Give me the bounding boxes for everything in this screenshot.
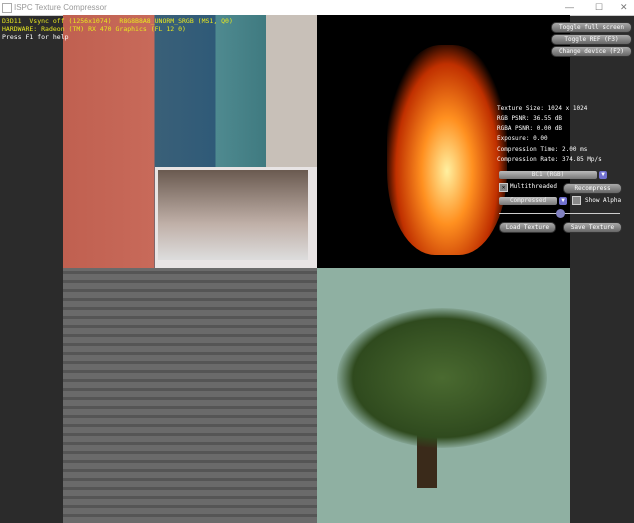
rgb-psnr: RGB PSNR: 36.55 dB xyxy=(497,115,563,122)
window-title: ISPC Texture Compressor xyxy=(14,3,107,12)
hardware-info: HARDWARE: Radeon (TM) RX 470 Graphics (F… xyxy=(2,25,186,33)
view-dropdown[interactable]: Compressed xyxy=(499,197,557,205)
change-device-button[interactable]: Change device (F2) xyxy=(551,46,632,57)
texture-size: Texture Size: 1024 x 1024 xyxy=(497,105,588,112)
chevron-down-icon[interactable]: ▼ xyxy=(599,171,607,179)
toggle-fullscreen-button[interactable]: Toggle full screen xyxy=(551,22,632,33)
exposure: Exposure: 0.00 xyxy=(497,135,548,142)
device-info: D3D11 Vsync off (1256x1074) R8G8B8A8_UNO… xyxy=(2,17,233,25)
multithreaded-checkbox[interactable]: ✕ xyxy=(499,183,508,192)
format-dropdown[interactable]: BC1 (RGB) xyxy=(499,171,597,179)
hud-info: D3D11 Vsync off (1256x1074) R8G8B8A8_UNO… xyxy=(2,17,233,41)
app-icon xyxy=(2,3,12,13)
texture-tree xyxy=(317,268,570,523)
close-button[interactable]: ✕ xyxy=(620,2,628,13)
show-alpha-label: Show Alpha xyxy=(585,197,622,204)
compression-rate: Compression Rate: 374.85 Mp/s xyxy=(497,156,602,163)
toggle-ref-button[interactable]: Toggle REF (F3) xyxy=(551,34,632,45)
recompress-button[interactable]: Recompress xyxy=(563,183,622,194)
save-texture-button[interactable]: Save Texture xyxy=(563,222,622,233)
chevron-down-icon[interactable]: ▼ xyxy=(559,197,567,205)
rgba-psnr: RGBA PSNR: 0.00 dB xyxy=(497,125,563,132)
multithreaded-label: Multithreaded xyxy=(510,183,557,190)
texture-banners xyxy=(63,15,317,268)
slider-handle[interactable] xyxy=(556,209,565,218)
minimize-button[interactable]: — xyxy=(565,2,574,12)
maximize-button[interactable]: ☐ xyxy=(595,2,603,13)
load-texture-button[interactable]: Load Texture xyxy=(499,222,556,233)
texture-building xyxy=(63,268,317,523)
compression-time: Compression Time: 2.00 ms xyxy=(497,146,588,153)
show-alpha-checkbox[interactable] xyxy=(572,196,581,205)
title-bar: ISPC Texture Compressor — ☐ ✕ xyxy=(0,0,634,16)
help-hint: Press F1 for help xyxy=(2,33,69,41)
